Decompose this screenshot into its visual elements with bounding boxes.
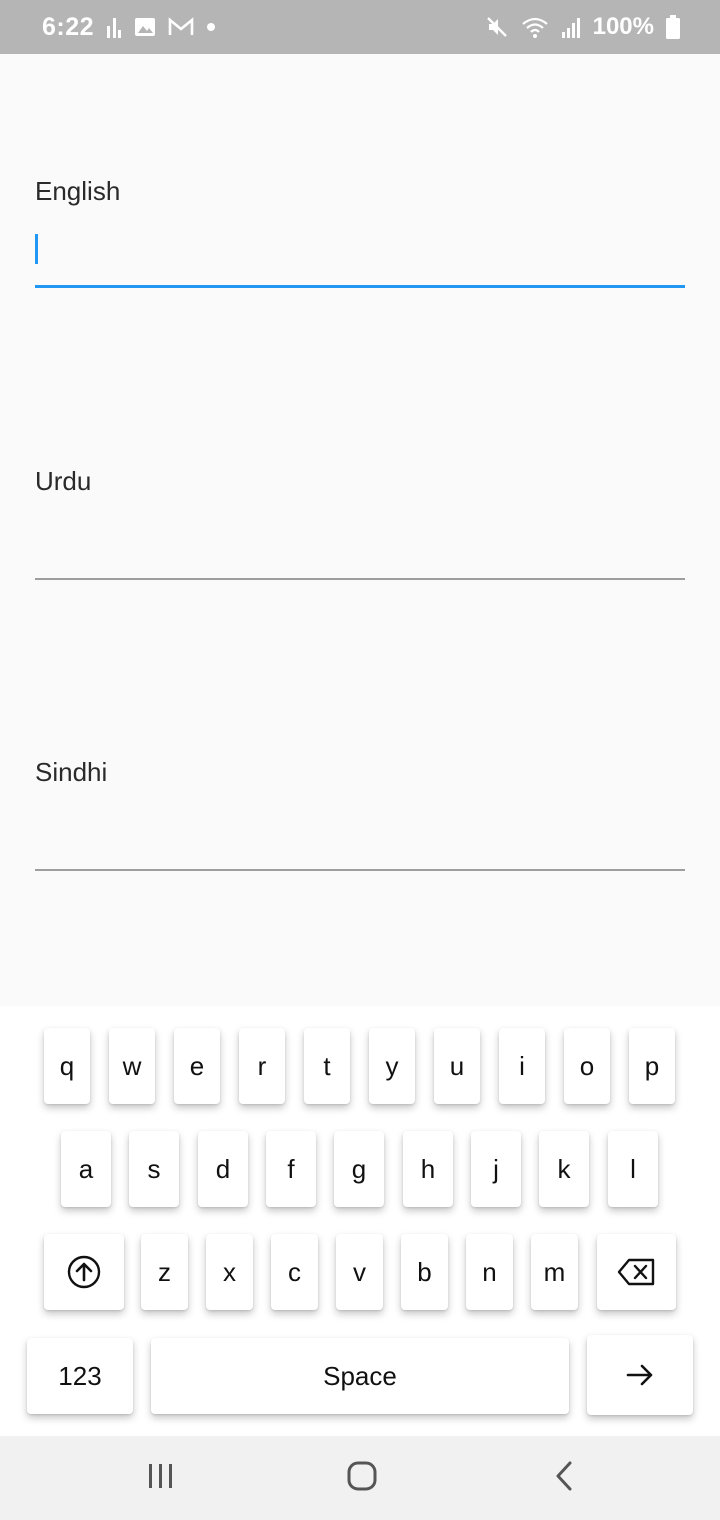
- enter-key[interactable]: [587, 1335, 693, 1415]
- battery-percent: 100%: [592, 13, 654, 40]
- english-label: English: [35, 176, 121, 206]
- key-f[interactable]: f: [266, 1131, 316, 1207]
- text-caret: [35, 234, 38, 264]
- status-left: 6:22: [42, 13, 216, 42]
- key-q[interactable]: q: [44, 1028, 90, 1104]
- status-time: 6:22: [42, 12, 95, 41]
- key-u[interactable]: u: [434, 1028, 480, 1104]
- key-z[interactable]: z: [141, 1234, 188, 1310]
- sindhi-input[interactable]: [35, 815, 685, 871]
- cell-signal-icon: [561, 16, 581, 38]
- key-a[interactable]: a: [61, 1131, 111, 1207]
- key-h[interactable]: h: [403, 1131, 453, 1207]
- key-d[interactable]: d: [198, 1131, 248, 1207]
- sindhi-field-group: Sindhi: [35, 751, 685, 876]
- key-m[interactable]: m: [531, 1234, 578, 1310]
- gmail-icon: [168, 17, 194, 37]
- mute-icon: [485, 15, 509, 39]
- backspace-key[interactable]: [597, 1234, 676, 1310]
- key-b[interactable]: b: [401, 1234, 448, 1310]
- shift-icon: [66, 1254, 102, 1290]
- key-v[interactable]: v: [336, 1234, 383, 1310]
- home-button[interactable]: [332, 1456, 392, 1500]
- key-k[interactable]: k: [539, 1131, 589, 1207]
- dot-icon: [206, 22, 216, 32]
- key-j[interactable]: j: [471, 1131, 521, 1207]
- back-icon: [553, 1460, 575, 1497]
- urdu-input[interactable]: [35, 524, 685, 580]
- status-right: 100%: [485, 13, 680, 41]
- key-n[interactable]: n: [466, 1234, 513, 1310]
- key-o[interactable]: o: [564, 1028, 610, 1104]
- english-field-group: English: [35, 170, 685, 295]
- recent-apps-button[interactable]: [131, 1456, 191, 1500]
- backspace-icon: [617, 1257, 657, 1287]
- key-y[interactable]: y: [369, 1028, 415, 1104]
- key-i[interactable]: i: [499, 1028, 545, 1104]
- sindhi-label: Sindhi: [35, 757, 108, 787]
- key-w[interactable]: w: [109, 1028, 155, 1104]
- key-l[interactable]: l: [608, 1131, 658, 1207]
- back-button[interactable]: [534, 1456, 594, 1500]
- key-c[interactable]: c: [271, 1234, 318, 1310]
- wifi-icon: [521, 16, 549, 38]
- key-g[interactable]: g: [334, 1131, 384, 1207]
- navigation-bar: [0, 1436, 720, 1520]
- urdu-field-group: Urdu: [35, 460, 685, 585]
- status-bar: 6:22 100%: [0, 0, 720, 54]
- key-p[interactable]: p: [629, 1028, 675, 1104]
- key-s[interactable]: s: [129, 1131, 179, 1207]
- battery-icon: [666, 15, 680, 39]
- symbols-key[interactable]: 123: [27, 1338, 133, 1414]
- home-icon: [346, 1460, 378, 1497]
- arrow-right-icon: [625, 1362, 655, 1388]
- key-x[interactable]: x: [206, 1234, 253, 1310]
- key-t[interactable]: t: [304, 1028, 350, 1104]
- key-r[interactable]: r: [239, 1028, 285, 1104]
- english-input[interactable]: [35, 232, 685, 288]
- space-key[interactable]: Space: [151, 1338, 569, 1414]
- soft-keyboard: q w e r t y u i o p a s d f g h j k l z …: [0, 1006, 720, 1436]
- shift-key[interactable]: [44, 1234, 124, 1310]
- recent-apps-icon: [146, 1462, 176, 1495]
- urdu-label: Urdu: [35, 466, 92, 496]
- key-e[interactable]: e: [174, 1028, 220, 1104]
- image-icon: [134, 16, 156, 38]
- signal-bars-icon: [106, 16, 122, 38]
